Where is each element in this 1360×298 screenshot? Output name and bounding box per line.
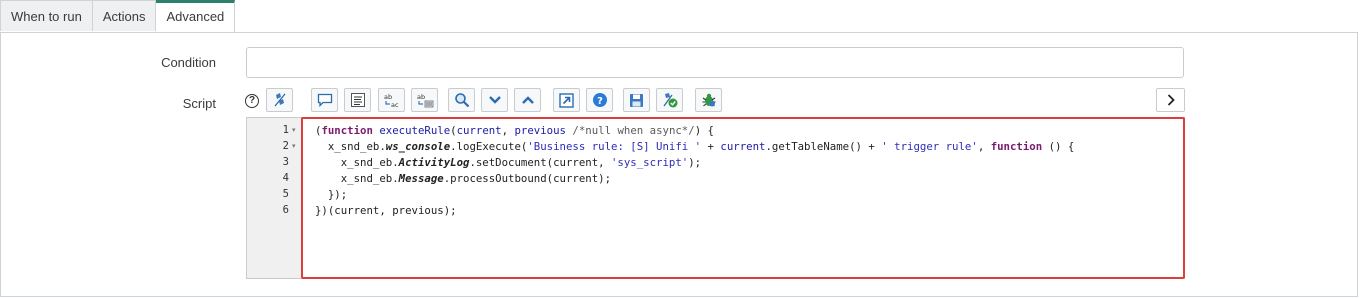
code-token: x_snd_eb.: [315, 172, 399, 185]
code-token: current: [456, 124, 502, 137]
replace-all-icon: ab: [417, 93, 433, 108]
svg-text:?: ?: [597, 96, 603, 107]
format-icon: [350, 93, 365, 107]
code-token: .getTableName() +: [765, 140, 882, 153]
script-label: Script: [182, 96, 216, 111]
find-previous-button[interactable]: [514, 88, 541, 112]
search-button[interactable]: [448, 88, 475, 112]
code-line: x_snd_eb.Message.processOutbound(current…: [315, 172, 611, 185]
expand-button[interactable]: [1156, 88, 1185, 112]
line-number-gutter: 1 ▾ 2 ▾ 3 4 5 6: [247, 118, 303, 278]
toggle-syntax-icon: [274, 93, 285, 107]
script-help-button[interactable]: ?: [586, 88, 613, 112]
fullscreen-button[interactable]: [553, 88, 580, 112]
code-token: () {: [1042, 140, 1075, 153]
save-button[interactable]: [623, 88, 650, 112]
code-token: ,: [501, 124, 515, 137]
code-line: x_snd_eb.ActivityLog.setDocument(current…: [315, 156, 701, 169]
line-number: 2: [282, 140, 289, 152]
fold-arrow-icon[interactable]: ▾: [292, 126, 296, 134]
line-number: 6: [282, 204, 289, 216]
fullscreen-icon: [559, 92, 574, 108]
svg-text:ab: ab: [417, 93, 425, 101]
search-icon: [454, 93, 469, 108]
find-next-button[interactable]: [481, 88, 508, 112]
code-line: (function executeRule(current, previous …: [315, 124, 714, 137]
code-token: 'sys_script': [611, 156, 689, 169]
code-token: .processOutbound(current);: [443, 172, 611, 185]
line-number: 1: [282, 124, 289, 136]
tab-bar: When to run Actions Advanced: [0, 0, 236, 33]
code-token: function: [321, 124, 373, 137]
condition-input[interactable]: [246, 47, 1184, 78]
tab-actions[interactable]: Actions: [92, 0, 157, 31]
code-token: );: [688, 156, 702, 169]
help-icon[interactable]: ?: [245, 94, 259, 108]
code-token: x_snd_eb.: [315, 140, 386, 153]
code-token: 'Business rule: [S] Unifi ': [527, 140, 702, 153]
code-token: ws_console: [385, 140, 451, 153]
code-token: previous: [514, 124, 566, 137]
replace-button[interactable]: ab ac: [378, 88, 405, 112]
code-line: x_snd_eb.ws_console.logExecute('Business…: [315, 140, 1075, 153]
svg-text:ab: ab: [384, 93, 392, 101]
comment-button[interactable]: [311, 88, 338, 112]
comment-icon: [317, 93, 332, 107]
replace-all-button[interactable]: ab: [411, 88, 438, 112]
code-token: ,: [977, 140, 991, 153]
expand-chevron-icon: [1167, 94, 1175, 106]
code-token: ActivityLog: [398, 156, 470, 169]
code-token: /*null when async*/: [572, 124, 695, 137]
code-token: })(current, previous);: [315, 204, 457, 217]
code-token: .logExecute(: [450, 140, 528, 153]
debug-icon: [702, 93, 715, 107]
format-code-button[interactable]: [344, 88, 371, 112]
syntax-check-icon: [663, 93, 677, 108]
script-help-icon: ?: [592, 93, 607, 107]
code-token: ' trigger rule': [881, 140, 978, 153]
code-token: +: [701, 140, 721, 153]
code-token: x_snd_eb.: [315, 156, 399, 169]
line-number: 5: [282, 188, 289, 200]
code-token: .setDocument(current,: [469, 156, 611, 169]
save-icon: [630, 93, 643, 107]
debug-button[interactable]: [695, 88, 722, 112]
script-editor[interactable]: 1 ▾ 2 ▾ 3 4 5 6 (function executeRule(current, …: [246, 117, 1185, 279]
code-line: });: [315, 188, 347, 201]
tab-advanced[interactable]: Advanced: [156, 0, 236, 33]
line-number: 4: [282, 172, 289, 184]
line-number: 3: [282, 156, 289, 168]
code-token: });: [315, 188, 348, 201]
code-token: Message: [398, 172, 444, 185]
tab-when-to-run[interactable]: When to run: [0, 0, 93, 31]
next-icon: [488, 96, 501, 104]
fold-arrow-icon[interactable]: ▾: [292, 142, 296, 150]
svg-text:ac: ac: [391, 101, 399, 108]
code-token: current: [720, 140, 766, 153]
code-token: executeRule: [379, 124, 451, 137]
code-line: })(current, previous);: [315, 204, 457, 217]
previous-icon: [521, 96, 534, 104]
condition-label: Condition: [161, 55, 216, 70]
code-token: function: [990, 140, 1043, 153]
toggle-syntax-button[interactable]: [266, 88, 293, 112]
code-token: ) {: [694, 124, 714, 137]
syntax-check-button[interactable]: [656, 88, 683, 112]
replace-icon: abac: [384, 93, 399, 108]
